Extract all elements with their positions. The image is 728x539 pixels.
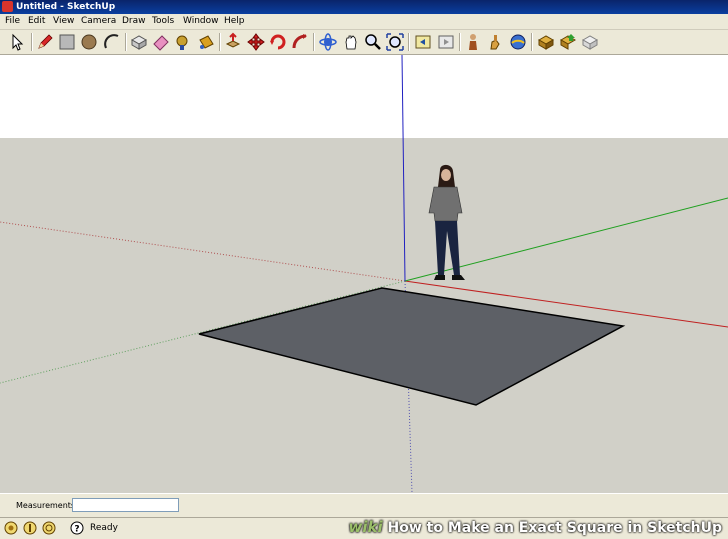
share-component-icon[interactable] (580, 32, 600, 52)
tape-measure-icon[interactable] (173, 32, 193, 52)
menu-draw[interactable]: Draw (122, 14, 146, 29)
sky (0, 55, 728, 138)
follow-me-icon[interactable] (290, 32, 310, 52)
watermark-brand: wiki (348, 518, 383, 536)
pan-icon[interactable] (341, 32, 361, 52)
eraser-icon[interactable] (151, 32, 171, 52)
window-title: Untitled - SketchUp (16, 2, 116, 12)
svg-text:?: ? (74, 525, 79, 535)
menu-edit[interactable]: Edit (28, 14, 45, 29)
menu-help[interactable]: Help (224, 14, 245, 29)
menu-file[interactable]: File (5, 14, 20, 29)
get-models-icon[interactable] (536, 32, 556, 52)
circle-icon[interactable] (79, 32, 99, 52)
menu-window[interactable]: Window (183, 14, 219, 29)
look-around-icon[interactable] (508, 32, 528, 52)
next-view-icon[interactable] (436, 32, 456, 52)
credits-icon[interactable] (23, 521, 37, 535)
position-camera-icon[interactable] (463, 32, 483, 52)
walk-icon[interactable] (485, 32, 505, 52)
main-toolbar (0, 30, 728, 55)
previous-view-icon[interactable] (413, 32, 433, 52)
menu-view[interactable]: View (53, 14, 74, 29)
sketchup-app-icon (2, 1, 13, 12)
push-pull-icon[interactable] (223, 32, 243, 52)
measurements-bar: Measurements (0, 493, 728, 518)
make-component-icon[interactable] (129, 32, 149, 52)
help-icon[interactable]: ? (70, 521, 84, 535)
select-icon[interactable] (7, 32, 27, 52)
menu-tools[interactable]: Tools (152, 14, 174, 29)
zoom-icon[interactable] (363, 32, 383, 52)
drawing-viewport[interactable] (0, 55, 728, 493)
paint-bucket-icon[interactable] (196, 32, 216, 52)
zoom-extents-icon[interactable] (385, 32, 405, 52)
geo-location-icon[interactable] (4, 521, 18, 535)
pencil-icon[interactable] (35, 32, 55, 52)
measurements-label: Measurements (16, 501, 76, 510)
arc-icon[interactable] (102, 32, 122, 52)
orbit-icon[interactable] (318, 32, 338, 52)
share-model-icon[interactable] (558, 32, 578, 52)
status-text: Ready (90, 523, 118, 533)
rotate-icon[interactable] (268, 32, 288, 52)
rectangle-icon[interactable] (57, 32, 77, 52)
menu-bar: File Edit View Camera Draw Tools Window … (0, 14, 728, 30)
move-icon[interactable] (246, 32, 266, 52)
menu-camera[interactable]: Camera (81, 14, 116, 29)
title-bar: Untitled - SketchUp (0, 0, 728, 14)
watermark: wiki How to Make an Exact Square in Sket… (349, 518, 723, 536)
watermark-text: How to Make an Exact Square in SketchUp (387, 520, 723, 536)
measurements-input[interactable] (72, 498, 179, 512)
license-icon[interactable] (42, 521, 56, 535)
